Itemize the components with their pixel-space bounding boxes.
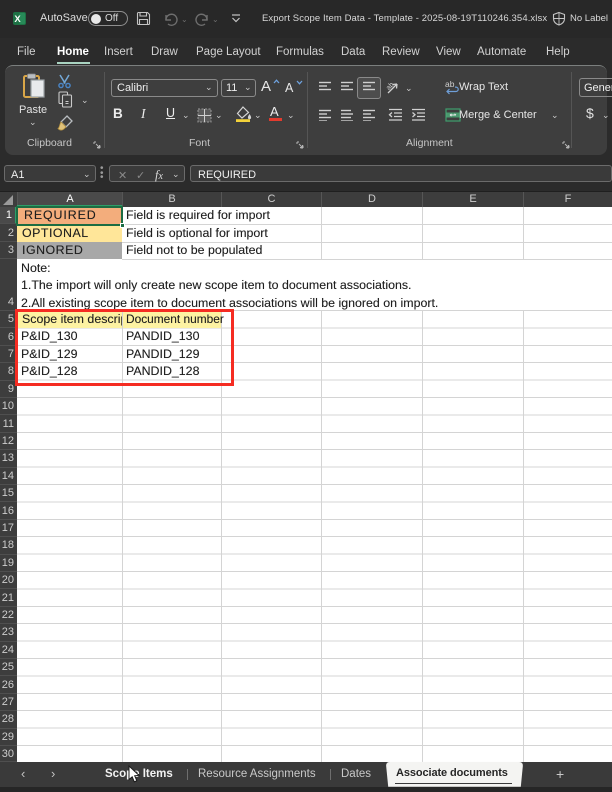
svg-text:ab: ab — [445, 79, 455, 89]
svg-text:X: X — [14, 14, 21, 25]
svg-text:ab: ab — [386, 81, 396, 92]
